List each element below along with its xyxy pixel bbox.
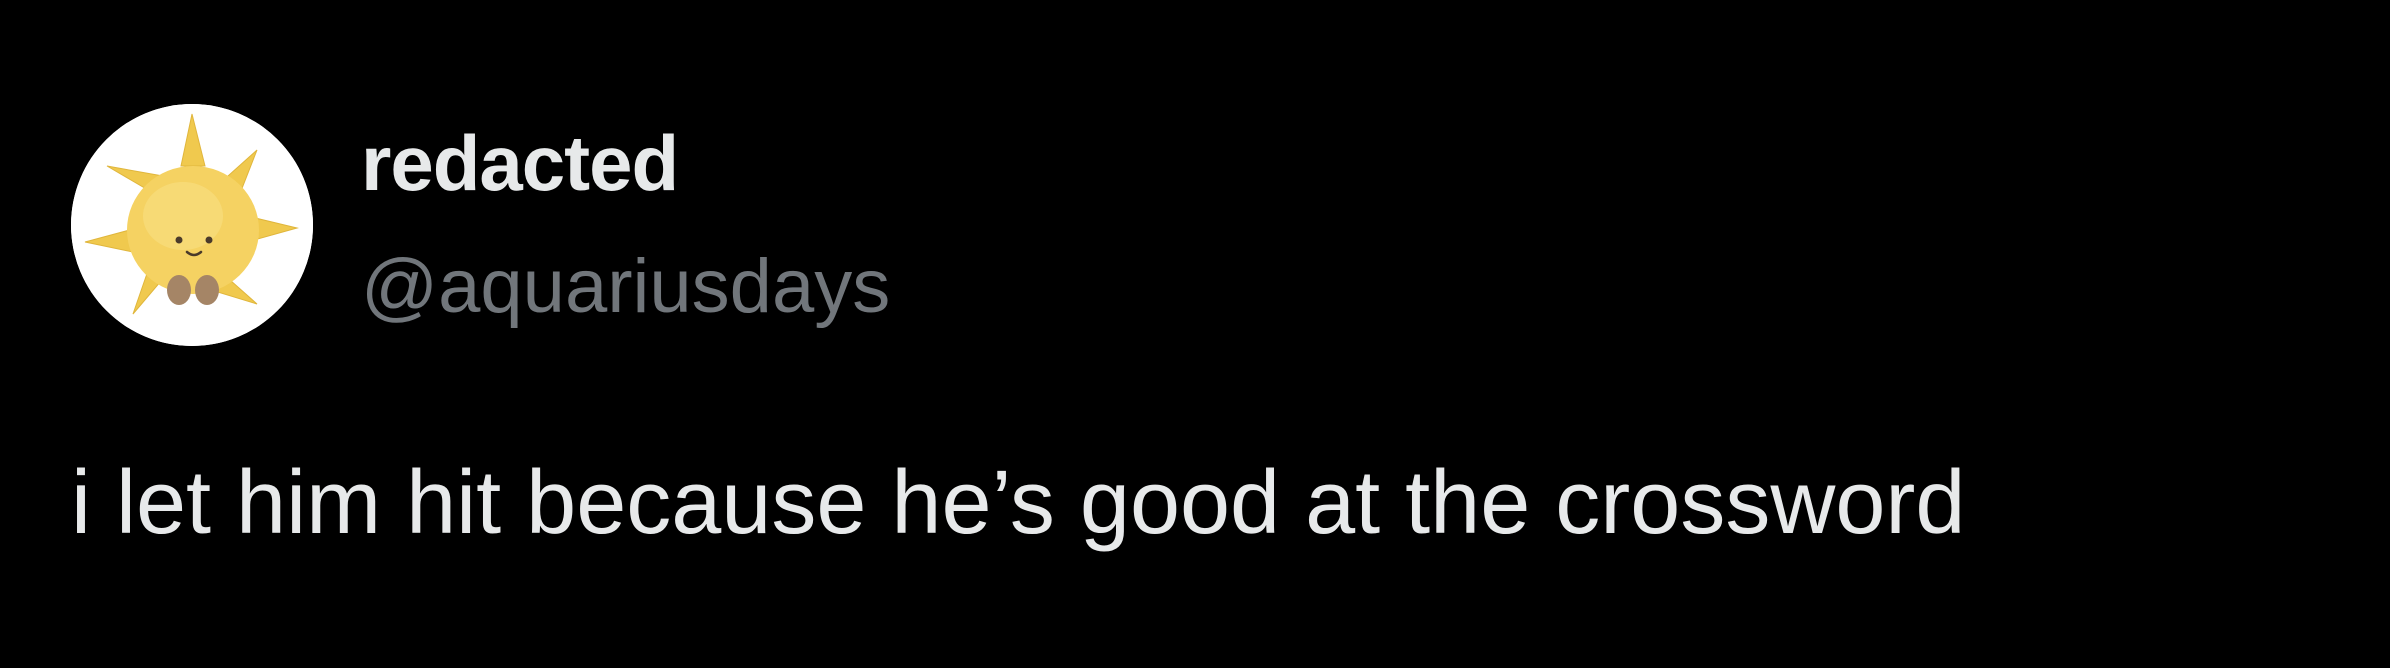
tweet-card: redacted @aquariusdays i let him hit bec… (0, 0, 2390, 668)
avatar[interactable] (71, 104, 313, 346)
author-display-name[interactable]: redacted (361, 115, 679, 211)
yellow-sun-plush-icon (71, 104, 313, 346)
tweet-text: i let him hit because he’s good at the c… (71, 453, 1966, 553)
author-handle[interactable]: @aquariusdays (361, 240, 890, 334)
